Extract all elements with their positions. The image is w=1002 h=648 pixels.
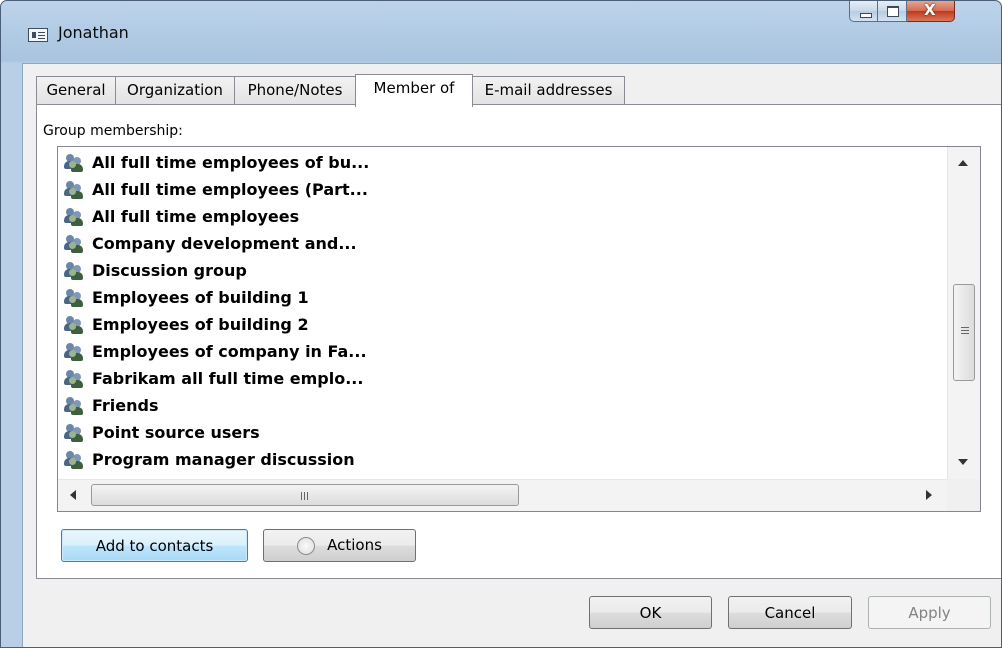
tab-general[interactable]: General bbox=[36, 76, 116, 104]
caption-buttons: X bbox=[849, 1, 955, 23]
group-membership-list[interactable]: All full time employees of bu... All ful… bbox=[57, 146, 981, 512]
group-name: Program manager discussion bbox=[92, 450, 355, 469]
group-name: Employees of building 1 bbox=[92, 288, 309, 307]
group-name: All full time employees of bu... bbox=[92, 153, 370, 172]
close-button[interactable]: X bbox=[907, 1, 955, 22]
grip-icon bbox=[961, 327, 969, 328]
maximize-icon bbox=[887, 6, 899, 17]
group-name: Point source users bbox=[92, 423, 260, 442]
tab-phone-notes[interactable]: Phone/Notes bbox=[234, 76, 356, 104]
contact-card-icon bbox=[28, 28, 48, 42]
group-name: Company development and... bbox=[92, 234, 357, 253]
group-icon bbox=[63, 207, 85, 227]
horizontal-scrollbar[interactable] bbox=[58, 479, 948, 511]
cancel-button[interactable]: Cancel bbox=[728, 596, 852, 629]
ok-button[interactable]: OK bbox=[589, 596, 712, 629]
group-icon bbox=[63, 288, 85, 308]
group-icon bbox=[63, 261, 85, 281]
group-item[interactable]: All full time employees of bu... bbox=[63, 149, 369, 176]
scroll-down-icon[interactable] bbox=[958, 459, 968, 465]
group-item[interactable]: Point source users bbox=[63, 419, 260, 446]
group-item[interactable]: All full time employees bbox=[63, 203, 299, 230]
group-item[interactable]: Employees of building 1 bbox=[63, 284, 309, 311]
contact-properties-window: Jonathan X General Organization Phone/No… bbox=[0, 0, 1002, 648]
group-icon bbox=[63, 153, 85, 173]
group-item[interactable]: All full time employees (Part... bbox=[63, 176, 368, 203]
group-icon bbox=[63, 369, 85, 389]
scrollbar-corner bbox=[947, 479, 980, 511]
group-icon bbox=[63, 234, 85, 254]
maximize-button[interactable] bbox=[878, 1, 907, 22]
group-name: All full time employees bbox=[92, 207, 300, 226]
group-name: Employees of building 2 bbox=[92, 315, 309, 334]
dialog-client-area: General Organization Phone/Notes Member … bbox=[22, 63, 1001, 647]
group-membership-label: Group membership: bbox=[43, 123, 183, 139]
actions-label: Actions bbox=[327, 536, 382, 555]
group-item[interactable]: Company development and... bbox=[63, 230, 357, 257]
group-icon bbox=[63, 180, 85, 200]
minimize-icon bbox=[860, 13, 872, 18]
group-name: Fabrikam all full time emplo... bbox=[92, 369, 364, 388]
actions-radio-icon bbox=[297, 536, 316, 555]
group-name: Employees of company in Fa... bbox=[92, 342, 367, 361]
actions-button[interactable]: Actions bbox=[263, 529, 416, 562]
tab-email-addresses[interactable]: E-mail addresses bbox=[472, 76, 625, 104]
tab-member-of[interactable]: Member of bbox=[355, 74, 473, 107]
scroll-right-icon[interactable] bbox=[926, 490, 932, 500]
group-icon bbox=[63, 315, 85, 335]
group-icon bbox=[63, 450, 85, 470]
scroll-up-icon[interactable] bbox=[958, 160, 968, 166]
window-title: Jonathan bbox=[58, 23, 129, 42]
group-name: Discussion group bbox=[92, 261, 247, 280]
group-name: Friends bbox=[92, 396, 159, 415]
group-name: All full time employees (Part... bbox=[92, 180, 368, 199]
close-icon: X bbox=[924, 1, 936, 19]
group-icon bbox=[63, 396, 85, 416]
group-item[interactable]: Discussion group bbox=[63, 257, 247, 284]
grip-icon bbox=[301, 492, 302, 500]
group-icon bbox=[63, 423, 85, 443]
group-item[interactable]: Fabrikam all full time emplo... bbox=[63, 365, 363, 392]
add-to-contacts-button[interactable]: Add to contacts bbox=[61, 529, 248, 562]
group-item[interactable]: Program manager discussion bbox=[63, 446, 355, 473]
group-item[interactable]: Employees of building 2 bbox=[63, 311, 309, 338]
apply-button[interactable]: Apply bbox=[868, 596, 991, 629]
horizontal-scroll-thumb[interactable] bbox=[91, 484, 519, 506]
tab-organization[interactable]: Organization bbox=[115, 76, 235, 104]
title-bar[interactable]: Jonathan X bbox=[1, 1, 1001, 63]
group-icon bbox=[63, 342, 85, 362]
minimize-button[interactable] bbox=[849, 1, 878, 22]
group-list-items: All full time employees of bu... All ful… bbox=[58, 147, 948, 479]
group-item[interactable]: Friends bbox=[63, 392, 159, 419]
vertical-scrollbar[interactable] bbox=[947, 147, 980, 479]
scroll-left-icon[interactable] bbox=[70, 490, 76, 500]
group-item[interactable]: Employees of company in Fa... bbox=[63, 338, 367, 365]
vertical-scroll-thumb[interactable] bbox=[953, 284, 975, 381]
